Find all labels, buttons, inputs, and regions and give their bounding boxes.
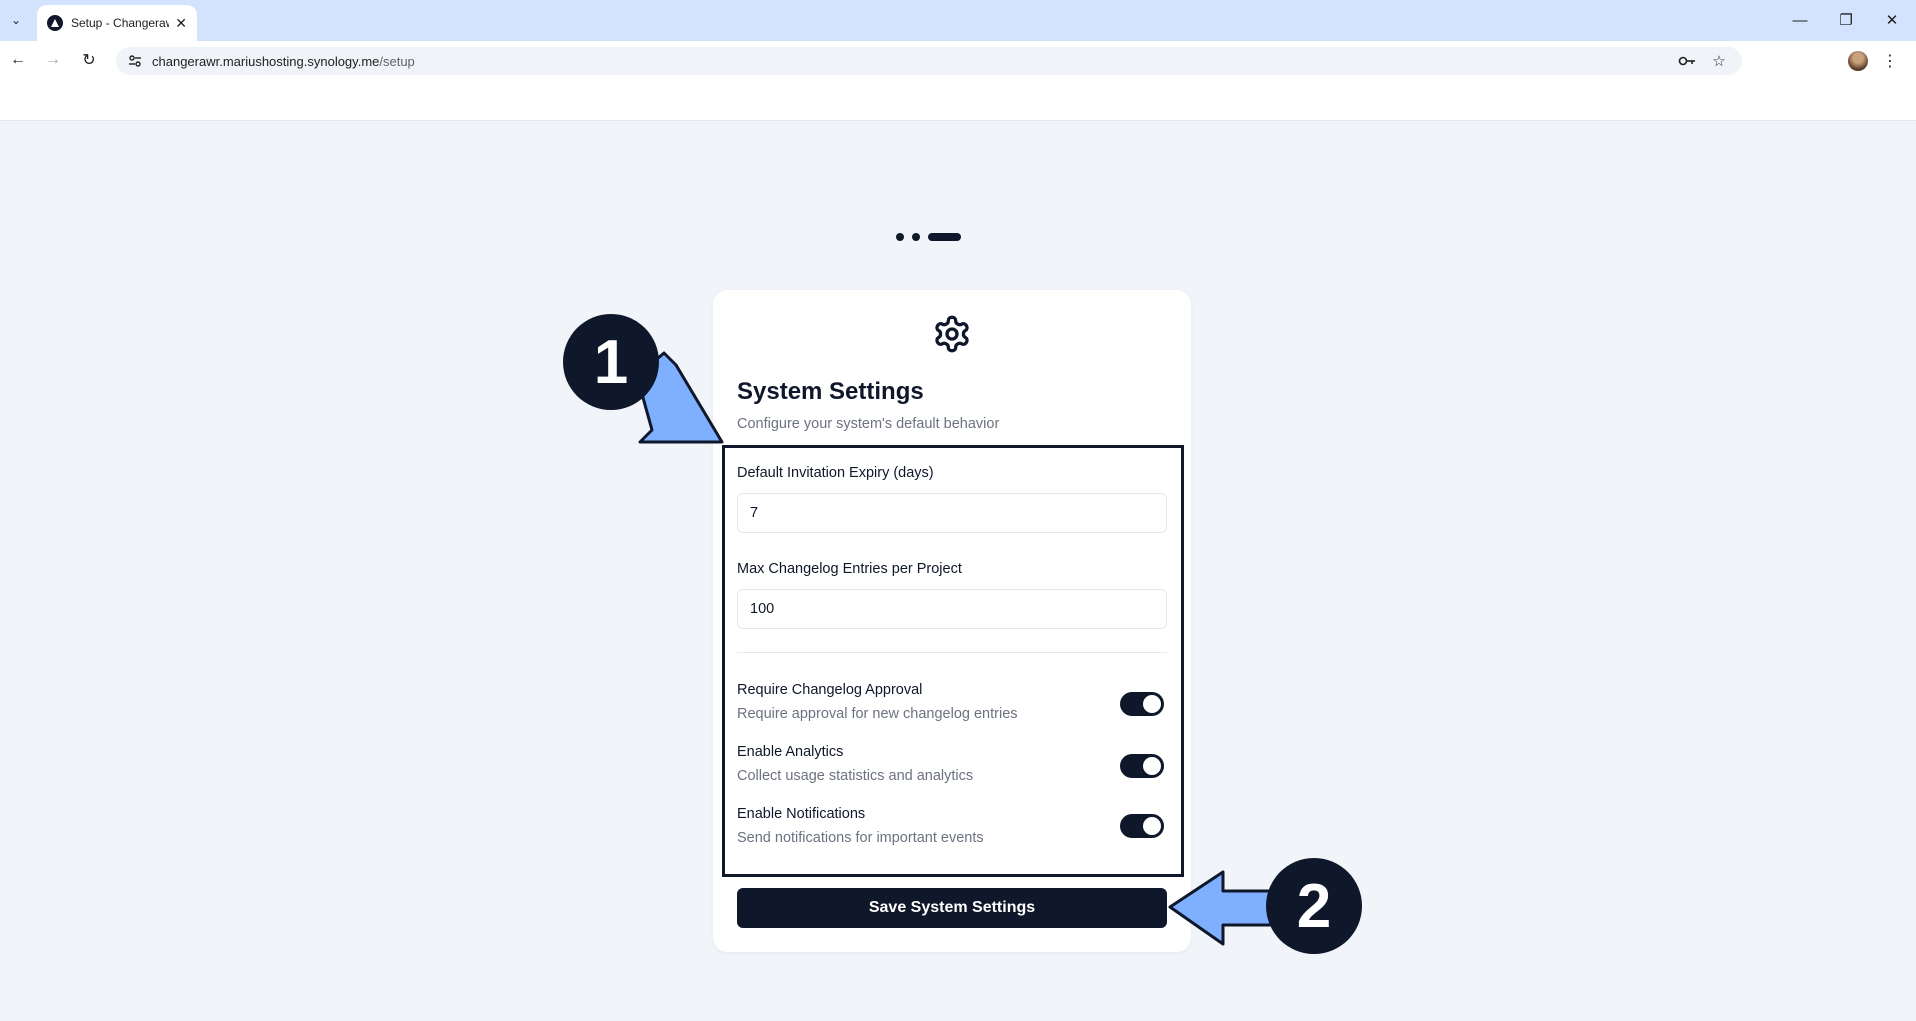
save-system-settings-button[interactable]: Save System Settings	[737, 888, 1167, 928]
browser-tab[interactable]: Setup - Changerawr ✕	[37, 5, 197, 41]
annotation-badge-2: 2	[1266, 858, 1362, 954]
annotation-badge-1: 1	[563, 314, 659, 410]
tab-search-chevron-icon[interactable]: ⌄	[4, 8, 28, 32]
restore-icon[interactable]: ❐	[1833, 8, 1859, 32]
step-dot-1	[896, 233, 904, 241]
browser-toolbar: ← → ↻ changerawr.mariushosting.synology.…	[0, 41, 1916, 79]
site-info-icon[interactable]	[126, 52, 144, 70]
back-icon[interactable]: ←	[6, 48, 30, 72]
bookmark-star-icon[interactable]: ☆	[1708, 51, 1730, 71]
browser-tabstrip: ⌄ Setup - Changerawr ✕ — ❐ ✕	[0, 0, 1916, 41]
browser-menu-icon[interactable]: ⋮	[1880, 49, 1900, 73]
address-bar[interactable]: changerawr.mariushosting.synology.me/set…	[116, 47, 1742, 75]
tab-title: Setup - Changerawr	[71, 16, 170, 30]
page-title: System Settings	[737, 378, 924, 405]
gear-icon	[935, 315, 969, 353]
tab-close-icon[interactable]: ✕	[175, 15, 187, 32]
step-indicator	[896, 233, 961, 241]
minimize-icon[interactable]: —	[1787, 8, 1813, 32]
annotation-highlight-box	[722, 445, 1184, 877]
password-key-icon[interactable]	[1676, 51, 1698, 71]
page-header-strip	[0, 79, 1916, 121]
url-text: changerawr.mariushosting.synology.me/set…	[152, 54, 415, 69]
page-subtitle: Configure your system's default behavior	[737, 416, 1000, 432]
profile-avatar[interactable]	[1848, 51, 1868, 71]
window-close-icon[interactable]: ✕	[1879, 8, 1905, 32]
forward-icon[interactable]: →	[41, 48, 65, 72]
step-dot-2	[912, 233, 920, 241]
site-favicon-icon	[47, 15, 63, 31]
step-dot-3-active	[928, 233, 961, 241]
reload-icon[interactable]: ↻	[77, 48, 101, 72]
